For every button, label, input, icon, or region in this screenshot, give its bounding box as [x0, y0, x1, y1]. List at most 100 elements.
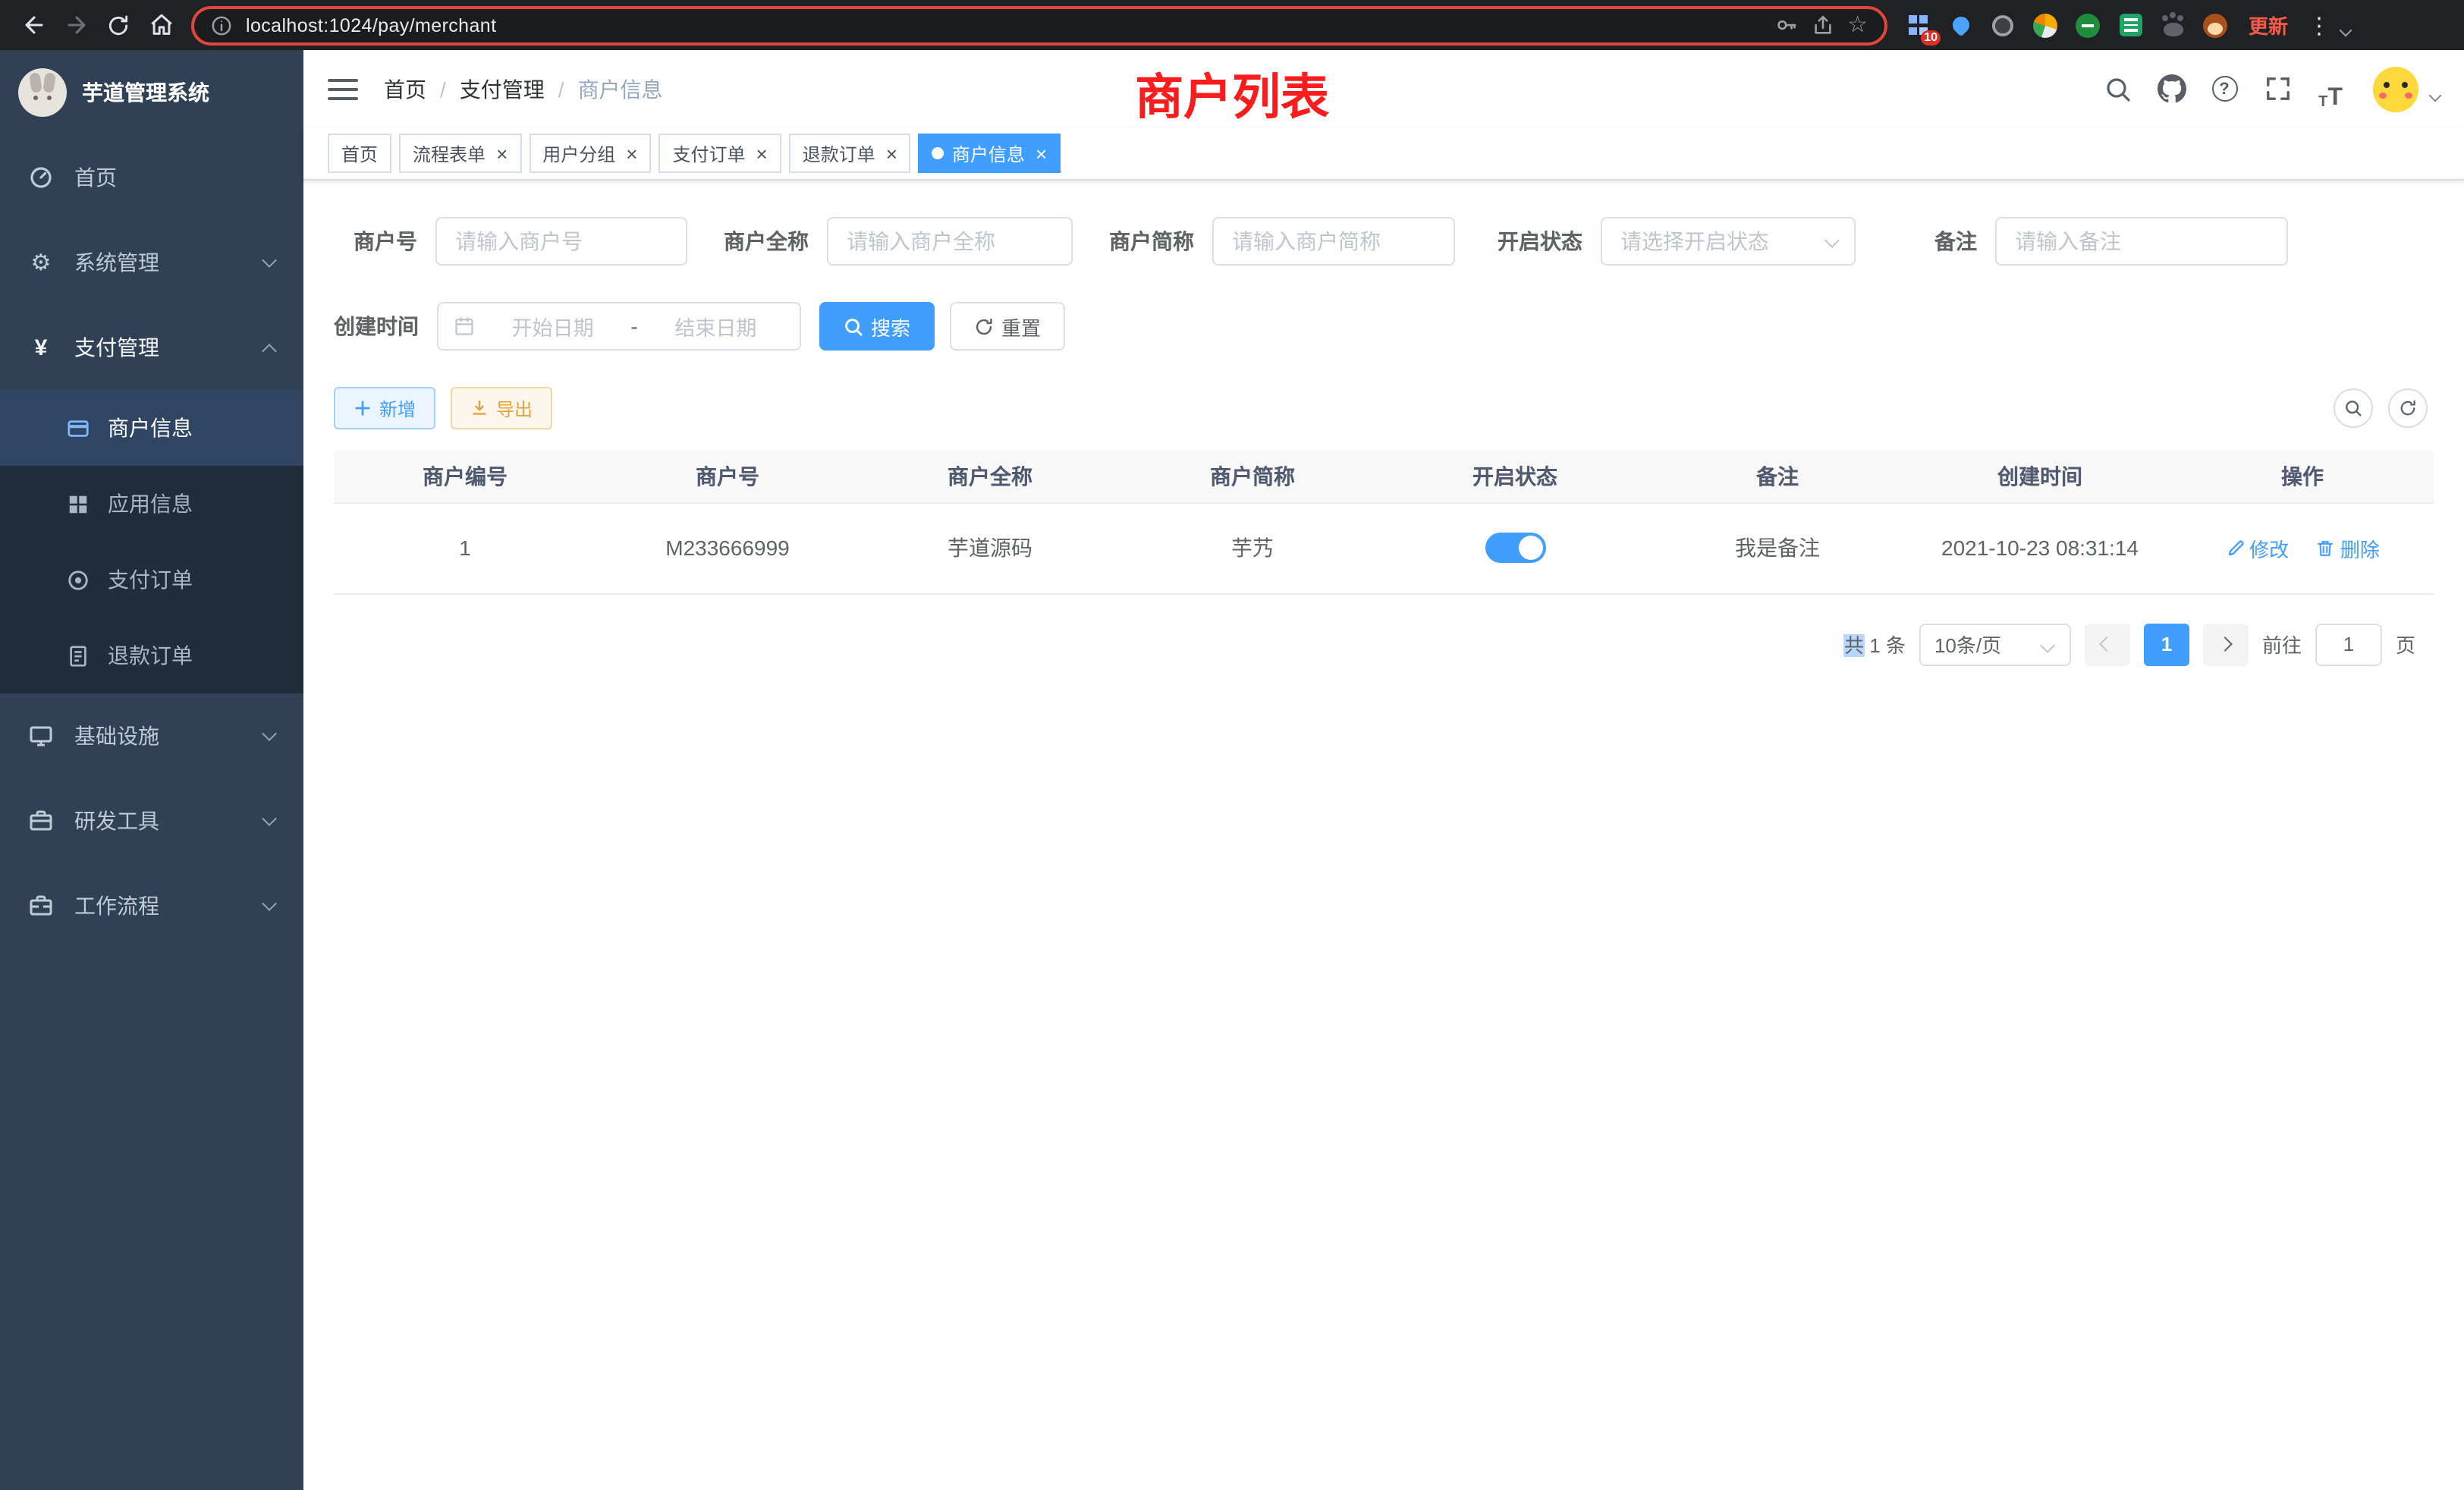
extension-grid-icon[interactable]: 10: [1904, 11, 1931, 39]
hamburger-icon[interactable]: [328, 78, 358, 99]
search-button[interactable]: 搜索: [819, 302, 935, 350]
refresh-icon: [2399, 399, 2417, 417]
calendar-icon: [454, 316, 475, 337]
merchant-no-input[interactable]: [435, 217, 687, 266]
extension-paw-icon[interactable]: [2159, 11, 2186, 39]
table-row: 1 M233666999 芋道源码 芋艿 我是备注 2021-10-23 08:…: [334, 502, 2434, 593]
tab-user-group[interactable]: 用户分组: [529, 134, 651, 173]
site-info-icon[interactable]: [211, 14, 232, 36]
tab-home[interactable]: 首页: [328, 134, 391, 173]
browser-back-icon[interactable]: [12, 4, 55, 46]
url-text: localhost:1024/pay/merchant: [246, 14, 1761, 36]
address-bar[interactable]: localhost:1024/pay/merchant ☆: [191, 5, 1887, 45]
cell-status: [1384, 502, 1646, 593]
sidebar-item-merchant-info[interactable]: 商户信息: [0, 390, 303, 466]
sidebar-item-system[interactable]: ⚙ 系统管理: [0, 220, 303, 305]
target-icon: [65, 568, 90, 591]
sidebar-item-devtools[interactable]: 研发工具: [0, 778, 303, 863]
tab-merchant-info[interactable]: 商户信息: [919, 134, 1061, 173]
sidebar-item-label: 支付管理: [74, 332, 159, 363]
filter-remark: 备注: [1934, 217, 2288, 266]
short-name-input[interactable]: [1212, 217, 1455, 266]
extension-emoji-icon[interactable]: [2202, 11, 2229, 39]
breadcrumb-section: 支付管理: [460, 74, 545, 104]
sidebar-item-label: 研发工具: [74, 806, 159, 836]
action-row: 新增 导出: [334, 387, 2434, 429]
add-button[interactable]: 新增: [334, 387, 435, 429]
browser-update-button[interactable]: 更新: [2249, 11, 2288, 39]
sidebar-item-infrastructure[interactable]: 基础设施: [0, 693, 303, 778]
extension-avatar-icon[interactable]: [2032, 11, 2059, 39]
extension-green-doc-icon[interactable]: [2117, 11, 2144, 39]
sidebar-item-pay-order[interactable]: 支付订单: [0, 542, 303, 618]
share-icon[interactable]: [1811, 14, 1834, 36]
col-header: 备注: [1646, 451, 1909, 502]
search-icon[interactable]: [2097, 68, 2139, 110]
tab-refund-order[interactable]: 退款订单: [789, 134, 911, 173]
export-button[interactable]: 导出: [451, 387, 552, 429]
breadcrumb-home[interactable]: 首页: [384, 74, 426, 104]
tab-pay-order[interactable]: 支付订单: [658, 134, 781, 173]
sidebar-item-app-info[interactable]: 应用信息: [0, 466, 303, 542]
help-icon[interactable]: ?: [2203, 68, 2246, 110]
sidebar-item-workflow[interactable]: 工作流程: [0, 863, 303, 948]
page-number-1[interactable]: 1: [2144, 623, 2189, 665]
date-separator: -: [630, 314, 637, 338]
chevron-down-icon: [1824, 233, 1840, 248]
browser-forward-icon[interactable]: [55, 4, 97, 46]
sidebar-item-label: 退款订单: [108, 640, 193, 671]
extension-green-circle-icon[interactable]: [2074, 11, 2101, 39]
tab-close-icon[interactable]: [1036, 143, 1047, 163]
github-icon[interactable]: [2150, 68, 2192, 110]
tab-flow-form[interactable]: 流程表单: [399, 134, 521, 173]
status-select[interactable]: 请选择开启状态: [1601, 217, 1856, 266]
font-size-icon[interactable]: TT: [2309, 68, 2352, 110]
top-navbar: 首页 支付管理 商户信息 ? TT: [303, 50, 2464, 127]
tab-close-icon[interactable]: [886, 143, 897, 163]
full-name-input[interactable]: [827, 217, 1073, 266]
annotation-overlay: 商户列表: [1135, 59, 1329, 129]
chevron-down-icon: [262, 726, 277, 741]
page-size-select[interactable]: 10条/页: [1919, 623, 2071, 665]
user-avatar[interactable]: [2373, 66, 2418, 112]
extension-drop-icon[interactable]: [1947, 11, 1974, 39]
dashboard-icon: [29, 165, 53, 190]
next-page-button[interactable]: [2203, 623, 2249, 665]
goto-page-input[interactable]: [2315, 623, 2382, 665]
tab-close-icon[interactable]: [626, 143, 637, 163]
sidebar-item-home[interactable]: 首页: [0, 135, 303, 220]
search-button-label: 搜索: [871, 312, 910, 341]
browser-home-icon[interactable]: [140, 4, 182, 46]
tab-close-icon[interactable]: [756, 143, 768, 163]
extension-dark-circle-icon[interactable]: [1989, 11, 2016, 39]
filter-row-1: 商户号 商户全称 商户简称 开启状态 请选择开启状态: [334, 217, 2434, 266]
browser-reload-icon[interactable]: [97, 4, 140, 46]
delete-link[interactable]: 删除: [2316, 533, 2380, 562]
monitor-icon: [29, 724, 53, 748]
green-doc-icon: [2119, 14, 2142, 36]
app-shell: 芋道管理系统 首页 ⚙ 系统管理 ¥ 支付管理: [0, 50, 2464, 1490]
status-toggle[interactable]: [1485, 533, 1545, 563]
edit-link[interactable]: 修改: [2225, 533, 2289, 562]
caret-down-icon[interactable]: [2429, 89, 2442, 102]
cell-actions: 修改 删除: [2171, 502, 2434, 593]
fullscreen-icon[interactable]: [2256, 68, 2299, 110]
refresh-table-button[interactable]: [2388, 388, 2428, 428]
filter-create-time: 创建时间 开始日期 - 结束日期: [334, 302, 801, 350]
prev-page-button[interactable]: [2085, 623, 2130, 665]
sidebar-logo[interactable]: 芋道管理系统: [0, 50, 303, 135]
reset-button[interactable]: 重置: [950, 302, 1065, 350]
remark-input[interactable]: [1995, 217, 2288, 266]
password-key-icon[interactable]: [1774, 14, 1797, 36]
browser-menu-icon[interactable]: ⋮: [2303, 11, 2335, 39]
toggle-search-button[interactable]: [2334, 388, 2373, 428]
sidebar-item-refund-order[interactable]: 退款订单: [0, 618, 303, 693]
edit-icon: [2225, 538, 2245, 558]
monkey-face-icon: [2203, 13, 2227, 37]
tab-close-icon[interactable]: [496, 143, 508, 163]
cell-remark: 我是备注: [1646, 502, 1909, 593]
toolbar-overflow-chevron-icon[interactable]: [2340, 24, 2352, 36]
date-range-picker[interactable]: 开始日期 - 结束日期: [437, 302, 801, 350]
sidebar-item-payment[interactable]: ¥ 支付管理: [0, 305, 303, 390]
bookmark-star-icon[interactable]: ☆: [1847, 14, 1868, 36]
